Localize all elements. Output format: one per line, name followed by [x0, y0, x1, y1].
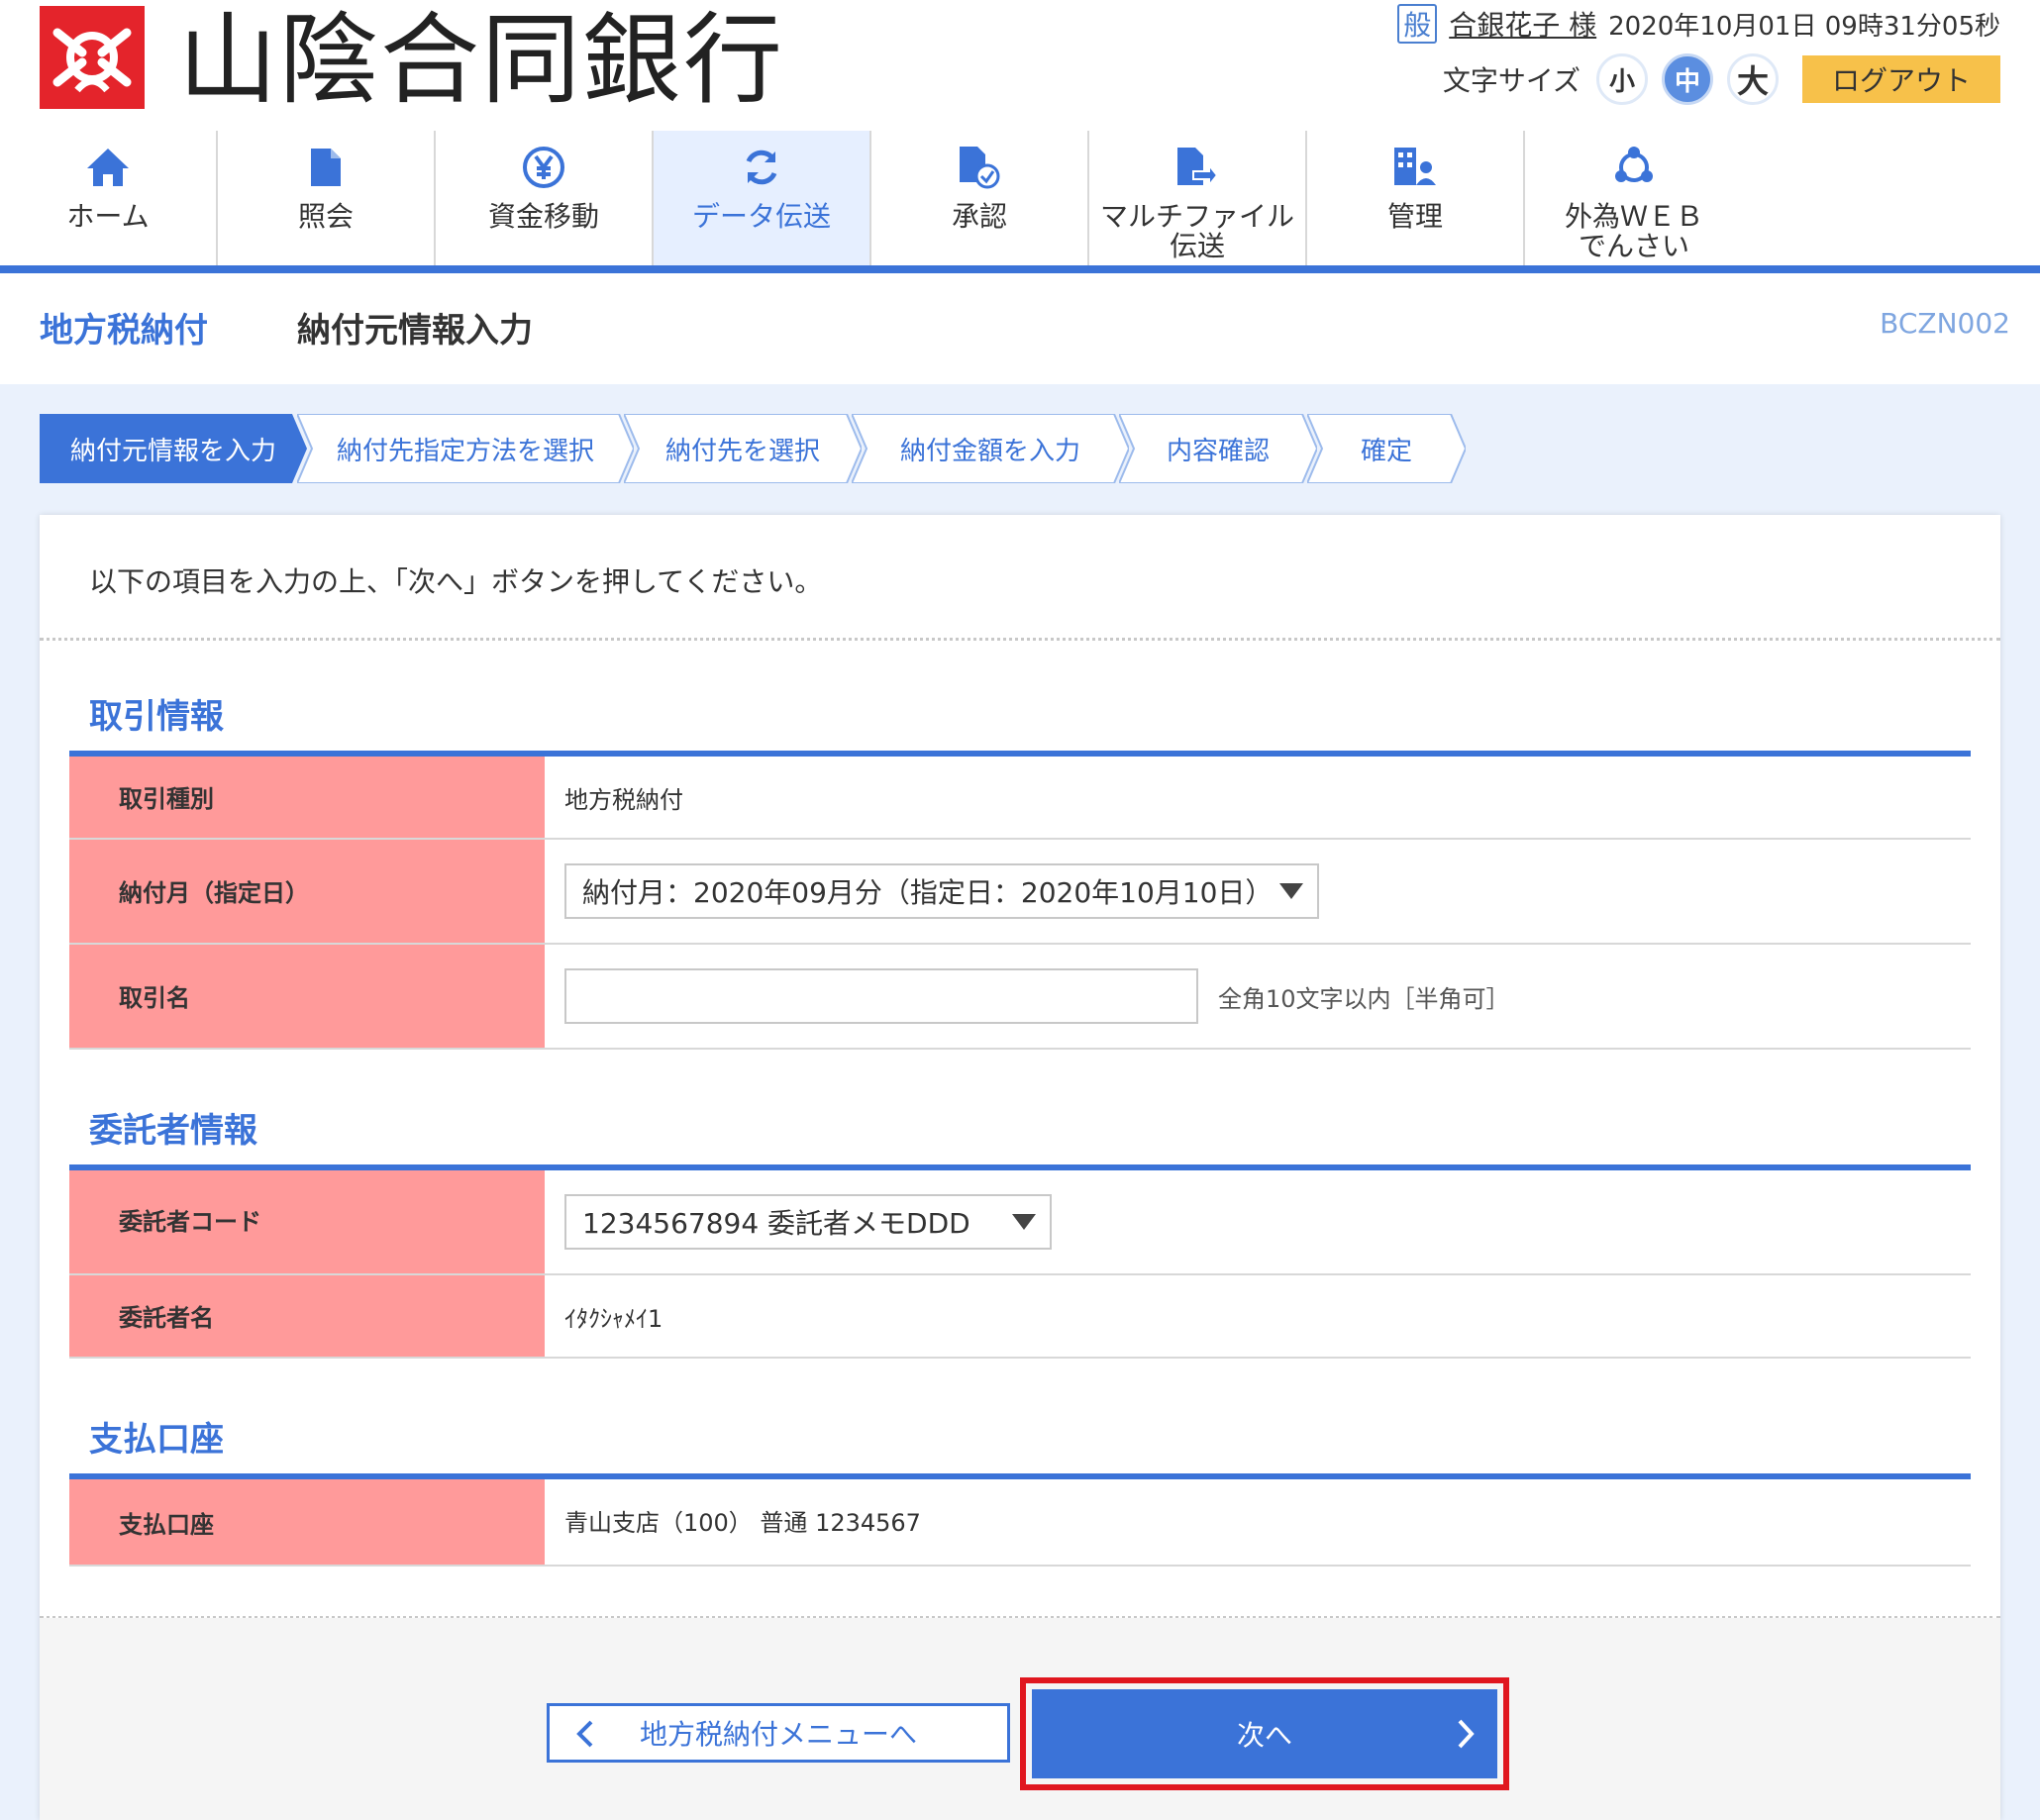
chevron-down-icon: [1012, 1214, 1036, 1230]
nav-forex[interactable]: 外為ＷＥＢ でんさい: [1525, 131, 1743, 265]
consignor-code-select[interactable]: 1234567894 委託者メモDDD: [564, 1194, 1052, 1250]
logout-button[interactable]: ログアウト: [1802, 55, 2000, 103]
step-2: 納付先指定方法を選択: [297, 414, 634, 483]
nav-multifile-label: マルチファイル 伝送: [1099, 200, 1294, 262]
nav-home[interactable]: ホーム: [0, 131, 218, 265]
step-5: 内容確認: [1119, 414, 1317, 483]
step-6: 確定: [1307, 414, 1466, 483]
user-type-badge: 般: [1397, 4, 1438, 44]
table-row: 取引名 全角10文字以内［半角可］: [69, 945, 1971, 1050]
nav-approval[interactable]: 承認: [871, 131, 1089, 265]
step-3: 納付先を選択: [624, 414, 862, 483]
chevron-left-icon: [576, 1720, 593, 1748]
table-row: 支払口座 青山支店（100） 普通 1234567: [69, 1479, 1971, 1567]
step-1: 納付元情報を入力: [40, 414, 307, 483]
section-title-consignor: 委託者情報: [89, 1111, 257, 1151]
nav-multifile[interactable]: マルチファイル 伝送: [1089, 131, 1307, 265]
global-nav: ホーム 照会 資金移動 データ伝送 承認 マルチファイル 伝送 管理 外為ＷＥＢ…: [0, 131, 2040, 265]
document-icon: [309, 139, 343, 196]
transaction-name-hint: 全角10文字以内［半角可］: [1218, 984, 1510, 1013]
transaction-table: 取引種別 地方税納付 納付月（指定日） 納付月：2020年09月分（指定日：20…: [69, 751, 1971, 1050]
transaction-name-input[interactable]: [564, 968, 1198, 1024]
font-size-switcher: 文字サイズ 小 中 大 ログアウト: [1443, 51, 2000, 107]
nav-inquiry-label: 照会: [297, 200, 354, 233]
yen-transfer-icon: [521, 139, 566, 196]
table-row: 委託者コード 1234567894 委託者メモDDD: [69, 1170, 1971, 1275]
page-title-bar: 地方税納付 納付元情報入力 BCZN002: [0, 273, 2040, 384]
consignor-name-value: ｲﾀｸｼｬﾒｲ1: [564, 1304, 663, 1333]
step-1-label: 納付元情報を入力: [69, 436, 276, 466]
user-info: 般 合銀花子 様 2020年10月01日 09時31分05秒: [1397, 4, 2000, 44]
screen-code: BCZN002: [1880, 307, 2010, 340]
consignor-code-label: 委託者コード: [69, 1170, 545, 1273]
nav-underline: [0, 265, 2040, 273]
building-user-icon: [1392, 139, 1438, 196]
nav-management[interactable]: 管理: [1307, 131, 1525, 265]
font-size-small-button[interactable]: 小: [1596, 53, 1648, 105]
consignor-table: 委託者コード 1234567894 委託者メモDDD 委託者名 ｲﾀｸｼｬﾒｲ1: [69, 1164, 1971, 1359]
nav-fund-transfer[interactable]: 資金移動: [436, 131, 654, 265]
consignor-code-value: 1234567894 委託者メモDDD: [582, 1207, 970, 1240]
transaction-name-label: 取引名: [69, 945, 545, 1048]
chevron-down-icon: [1279, 883, 1303, 899]
payment-table: 支払口座 青山支店（100） 普通 1234567: [69, 1473, 1971, 1567]
payment-month-select[interactable]: 納付月：2020年09月分（指定日：2020年10月10日）: [564, 863, 1319, 919]
bank-name: 山陰合同銀行: [178, 2, 784, 118]
nav-approval-label: 承認: [951, 200, 1007, 233]
step-4-label: 納付金額を入力: [899, 436, 1080, 466]
payment-month-label: 納付月（指定日）: [69, 840, 545, 943]
transaction-type-label: 取引種別: [69, 757, 545, 838]
next-button-label: 次へ: [1236, 1720, 1292, 1751]
user-name-link[interactable]: 合銀花子 様: [1449, 4, 1596, 44]
home-icon: [85, 139, 131, 196]
nav-inquiry[interactable]: 照会: [218, 131, 436, 265]
divider: [40, 638, 2000, 641]
document-check-icon: [958, 139, 1001, 196]
payment-month-value: 納付月：2020年09月分（指定日：2020年10月10日）: [582, 876, 1274, 909]
page-category: 地方税納付: [40, 311, 208, 351]
payment-account-label: 支払口座: [69, 1479, 545, 1565]
nav-data-transmission[interactable]: データ伝送: [654, 131, 871, 265]
nav-management-label: 管理: [1386, 200, 1443, 233]
table-row: 委託者名 ｲﾀｸｼｬﾒｲ1: [69, 1275, 1971, 1359]
payment-account-value: 青山支店（100） 普通 1234567: [564, 1509, 921, 1537]
progress-steps: 納付元情報を入力 納付先指定方法を選択 納付先を選択 納付金額を入力 内容確認 …: [40, 414, 1466, 483]
nav-forex-label: 外為ＷＥＢ でんさい: [1564, 200, 1703, 262]
login-datetime: 2020年10月01日 09時31分05秒: [1608, 11, 2000, 42]
font-size-medium-button[interactable]: 中: [1662, 53, 1713, 105]
page-title: 納付元情報入力: [297, 311, 533, 351]
transaction-type-value: 地方税納付: [564, 785, 683, 814]
font-size-large-button[interactable]: 大: [1727, 53, 1779, 105]
back-to-menu-button[interactable]: 地方税納付メニューへ: [547, 1703, 1010, 1763]
section-title-payment: 支払口座: [89, 1420, 224, 1460]
header: 山陰合同銀行 般 合銀花子 様 2020年10月01日 09時31分05秒 文字…: [0, 0, 2040, 129]
back-button-label: 地方税納付メニューへ: [639, 1719, 917, 1750]
file-send-icon: [1175, 139, 1219, 196]
refresh-icon: [740, 139, 783, 196]
bank-logo-icon: [40, 6, 145, 109]
font-size-label: 文字サイズ: [1442, 64, 1581, 97]
step-6-label: 確定: [1360, 436, 1412, 466]
nav-data-transmission-label: データ伝送: [691, 200, 831, 233]
section-title-transaction: 取引情報: [89, 697, 224, 737]
next-button[interactable]: 次へ: [1032, 1689, 1497, 1778]
step-3-label: 納付先を選択: [664, 436, 820, 466]
network-icon: [1612, 139, 1656, 196]
nav-fund-transfer-label: 資金移動: [487, 200, 599, 233]
step-5-label: 内容確認: [1166, 436, 1270, 466]
nav-home-label: ホーム: [66, 200, 150, 233]
table-row: 納付月（指定日） 納付月：2020年09月分（指定日：2020年10月10日）: [69, 840, 1971, 945]
consignor-name-label: 委託者名: [69, 1275, 545, 1357]
table-row: 取引種別 地方税納付: [69, 757, 1971, 840]
form-card: 以下の項目を入力の上、「次へ」ボタンを押してください。 取引情報 取引種別 地方…: [40, 515, 2000, 1820]
instruction-text: 以下の項目を入力の上、「次へ」ボタンを押してください。: [89, 565, 823, 598]
step-4: 納付金額を入力: [852, 414, 1129, 483]
chevron-right-icon: [1458, 1719, 1475, 1749]
step-2-label: 納付先指定方法を選択: [336, 436, 594, 466]
